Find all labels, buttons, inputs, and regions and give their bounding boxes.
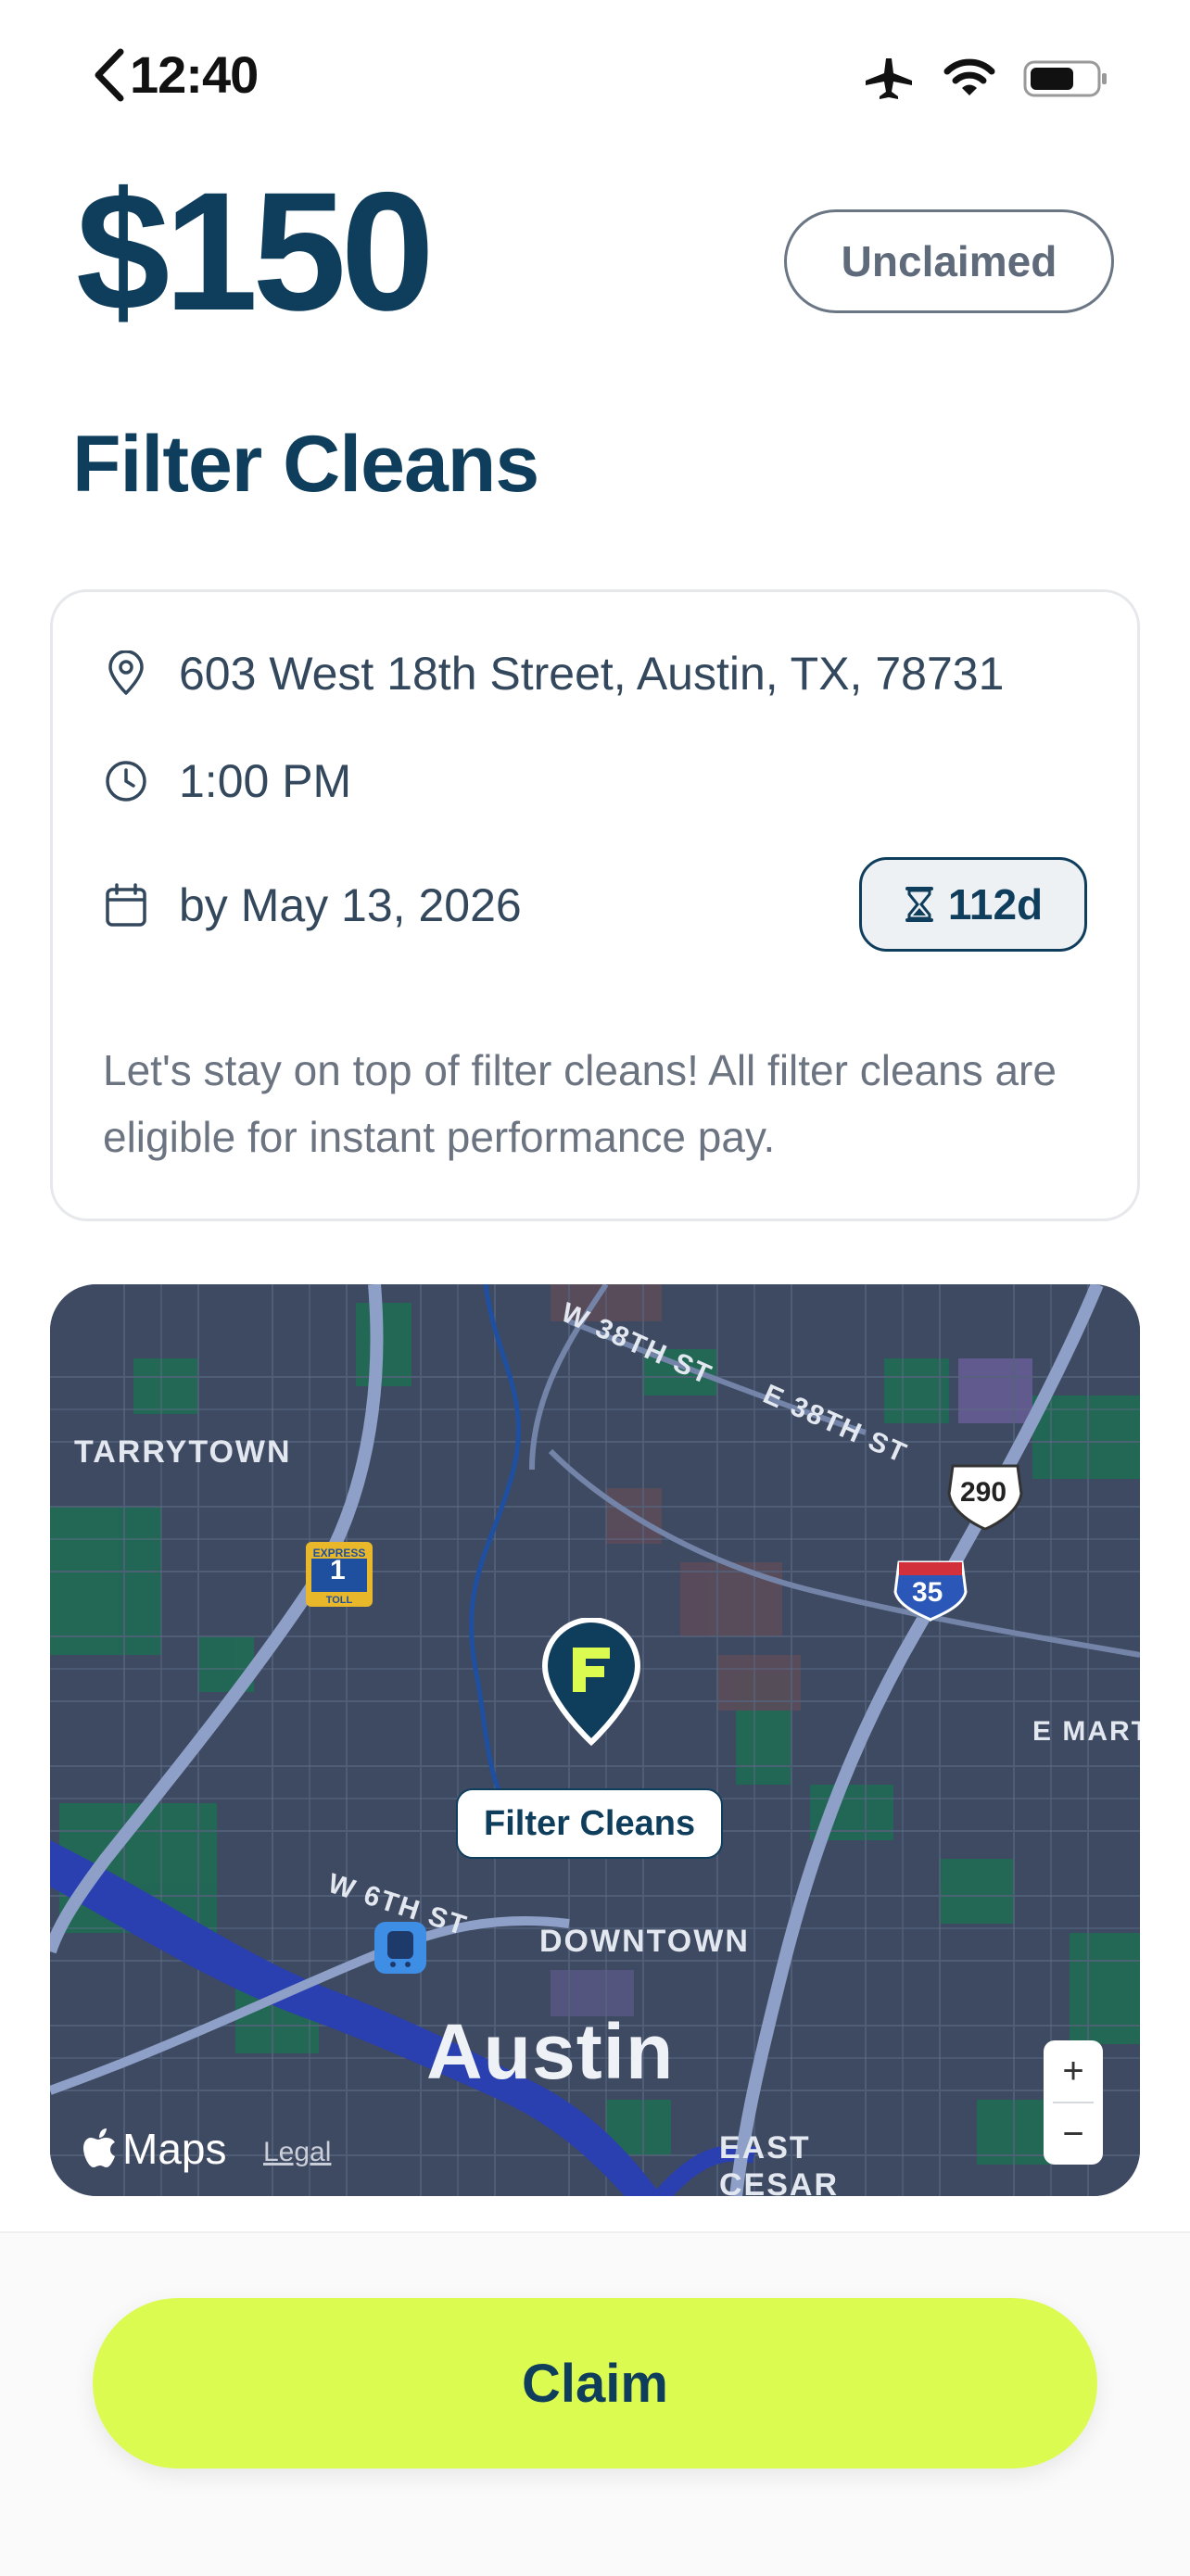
days-left-badge: 112d: [859, 857, 1087, 952]
map-label-tarrytown: TARRYTOWN: [74, 1434, 292, 1470]
calendar-icon: [103, 882, 149, 928]
price: $150: [76, 157, 435, 346]
apple-logo-icon: [83, 2128, 115, 2167]
battery-icon: [1023, 60, 1107, 97]
maps-attribution: Maps: [83, 2124, 226, 2174]
us290-shield-label: 290: [960, 1477, 1007, 1508]
zoom-in-button[interactable]: +: [1044, 2040, 1103, 2102]
address-text: 603 West 18th Street, Austin, TX, 78731: [179, 648, 1005, 700]
zoom-out-button[interactable]: −: [1044, 2103, 1103, 2165]
bottom-action-bar: Claim: [0, 2231, 1190, 2576]
toll-shield-label: 1: [330, 1555, 346, 1585]
days-left-text: 112d: [947, 880, 1044, 928]
time-text: 1:00 PM: [179, 755, 352, 807]
deadline-text: by May 13, 2026: [179, 879, 522, 931]
wifi-icon: [943, 58, 995, 95]
clock-icon: [103, 758, 149, 804]
back-chevron-icon[interactable]: [89, 46, 130, 104]
i35-shield-label: 35: [912, 1577, 943, 1608]
location-marker-icon[interactable]: [539, 1618, 643, 1748]
maps-logo-text: Maps: [122, 2125, 227, 2173]
status-time: 12:40: [130, 45, 259, 104]
address-row: 603 West 18th Street, Austin, TX, 78731: [103, 640, 1004, 707]
location-pin-icon: [103, 650, 149, 697]
svg-text:TOLL: TOLL: [326, 1595, 353, 1606]
map-label-downtown: DOWNTOWN: [539, 1924, 750, 1959]
page-title: Filter Cleans: [72, 420, 539, 509]
task-description: Let's stay on top of filter cleans! All …: [103, 1046, 1057, 1161]
time-row: 1:00 PM: [103, 748, 351, 814]
deadline-row: by May 13, 2026: [103, 872, 522, 939]
map-view[interactable]: EXPRESS TOLL 1 290 35 TARRYTOWN W 38TH S…: [50, 1284, 1140, 2196]
transit-station-icon[interactable]: [374, 1922, 426, 1974]
status-badge: Unclaimed: [784, 209, 1114, 313]
map-label-emart: E MART: [1032, 1716, 1140, 1747]
details-card: 603 West 18th Street, Austin, TX, 78731 …: [50, 589, 1140, 1221]
status-icons: [864, 50, 1108, 107]
claim-button[interactable]: Claim: [93, 2298, 1097, 2469]
airplane-icon: [866, 58, 912, 99]
legal-link[interactable]: Legal: [263, 2137, 331, 2168]
map-pin-label[interactable]: Filter Cleans: [456, 1788, 724, 1859]
zoom-controls: + −: [1044, 2040, 1103, 2165]
map-label-city: Austin: [426, 2008, 675, 2095]
hourglass-icon: [905, 887, 933, 922]
status-bar: 12:40: [0, 0, 1190, 148]
map-label-east-cesar-chavez: EAST CESAR CHAVEZ: [719, 2130, 840, 2196]
